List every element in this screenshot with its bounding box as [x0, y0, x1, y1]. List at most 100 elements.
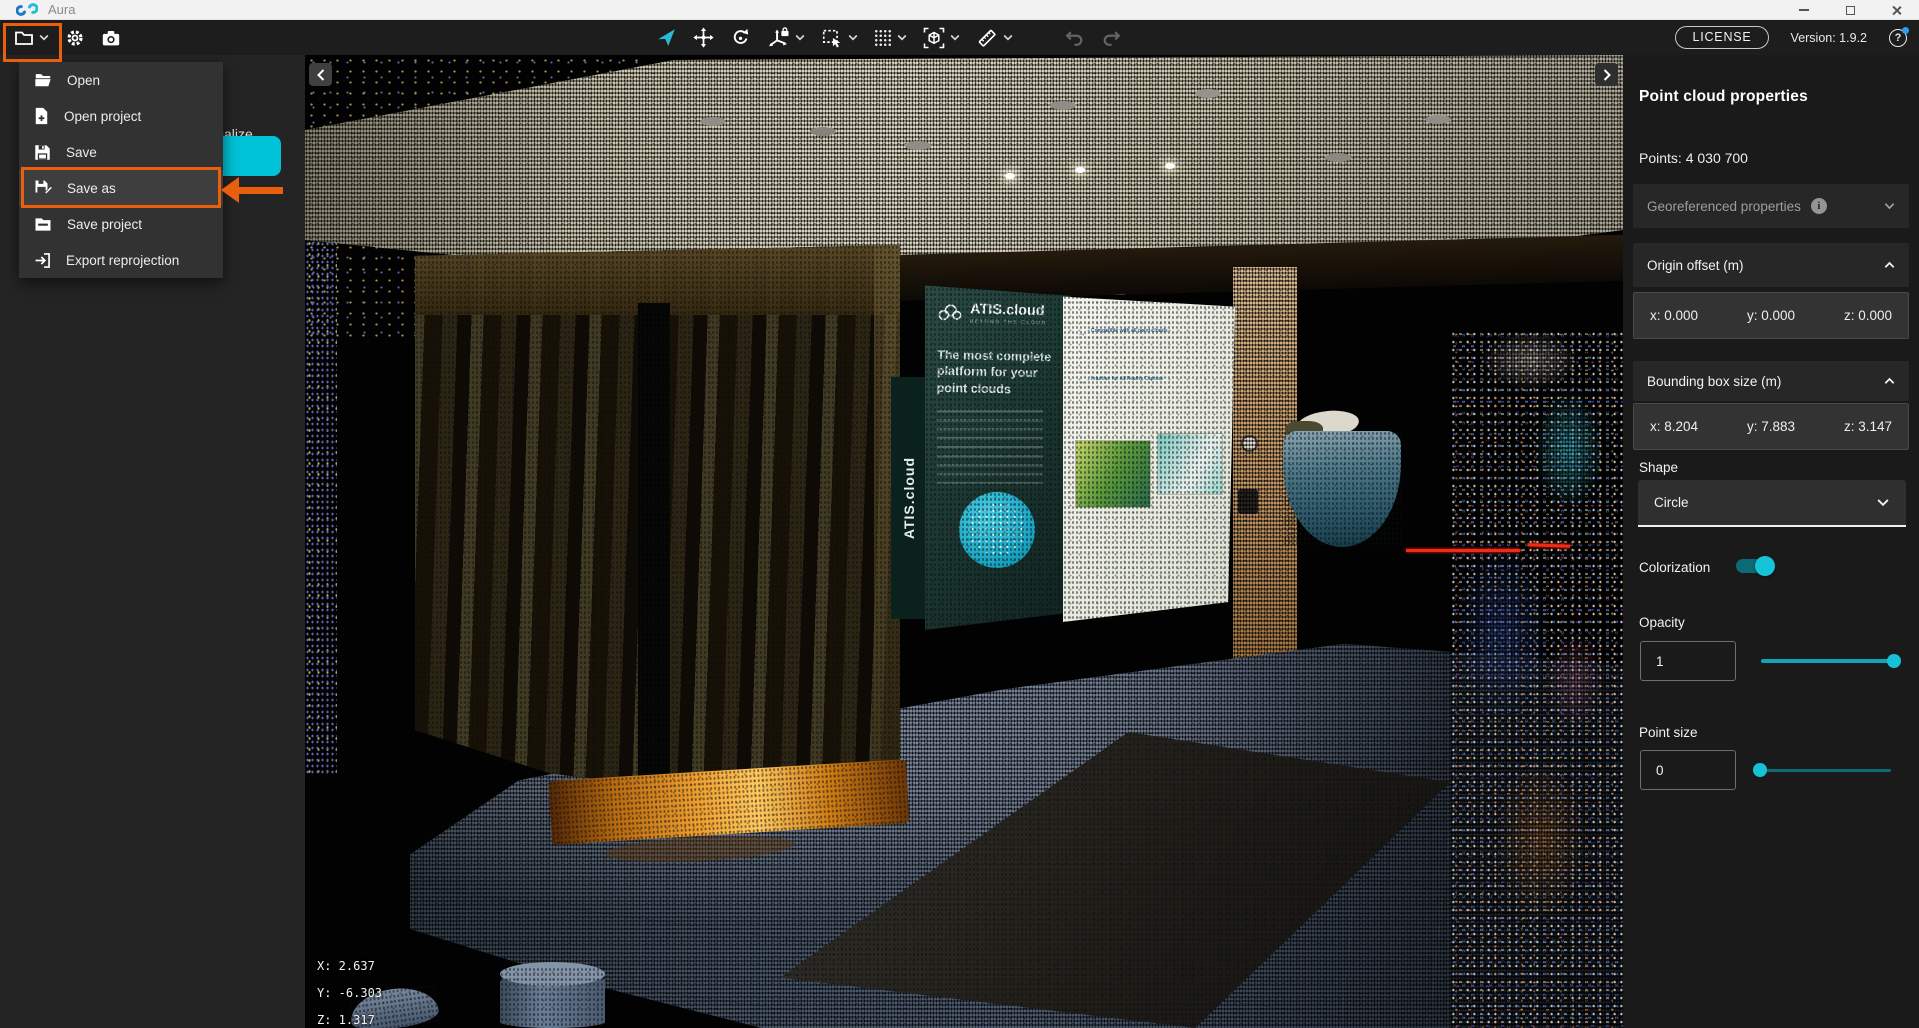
titlebar: Aura: [0, 0, 1919, 20]
aura-logo-icon: [16, 2, 38, 17]
camera-icon: [101, 29, 121, 47]
coord-z: Z: 1.317: [317, 1007, 382, 1028]
poster-brand-row: ATIS.cloud BEYOND THE CLOUD: [937, 301, 1047, 327]
bounding-box-label: Bounding box size (m): [1647, 374, 1781, 389]
minimize-button[interactable]: [1781, 0, 1827, 20]
georeferenced-label: Georeferenced properties: [1647, 199, 1801, 214]
screen-caption-lines: [1077, 518, 1217, 540]
chevron-down-icon: [950, 34, 960, 41]
menu-item-label: Save project: [67, 217, 142, 232]
menu-item-save-project[interactable]: Save project: [19, 206, 223, 242]
undo-button[interactable]: [1055, 20, 1093, 55]
save-floppy-icon: [34, 144, 51, 161]
measure-tool-button[interactable]: [968, 20, 1021, 55]
coord-x: X: 2.637: [317, 953, 382, 980]
clutter-blob: [1454, 545, 1549, 720]
origin-offset-values: x: 0.000 y: 0.000 z: 0.000: [1633, 292, 1909, 339]
bounding-box-section-header[interactable]: Bounding box size (m): [1633, 361, 1909, 401]
chevron-down-icon: [1876, 498, 1890, 507]
collapse-left-panel-button[interactable]: [309, 63, 332, 86]
pointcloud-table: [1283, 413, 1401, 547]
opacity-slider[interactable]: [1761, 659, 1897, 663]
projection-screen: → Compatible with all point clouds → Int…: [1063, 290, 1235, 622]
globe-dots: [969, 502, 1025, 558]
wall-fixture: [1238, 489, 1258, 514]
ceiling-lights: [700, 117, 726, 126]
bbox-z-value: z: 3.147: [1844, 419, 1892, 434]
screen-image-2: [1157, 433, 1223, 495]
rotate-tool-button[interactable]: [722, 20, 759, 55]
menu-item-open[interactable]: Open: [19, 62, 223, 98]
selection-tool-button[interactable]: [813, 20, 866, 55]
colorization-toggle[interactable]: [1736, 559, 1772, 573]
screen-bullet-1: → Compatible with all point clouds: [1077, 328, 1179, 349]
point-size-input[interactable]: 0: [1640, 750, 1736, 790]
chevron-down-icon: [39, 34, 49, 41]
window-title: Aura: [48, 2, 75, 17]
origin-offset-label: Origin offset (m): [1647, 258, 1744, 273]
license-button[interactable]: LICENSE: [1675, 26, 1768, 49]
georeferenced-section-header[interactable]: Georeferenced properties i: [1633, 184, 1909, 228]
export-icon: [34, 252, 51, 269]
undo-icon: [1063, 28, 1085, 48]
poster-body-text: [937, 410, 1043, 484]
screenshot-button[interactable]: [93, 20, 129, 55]
points-count: Points: 4 030 700: [1639, 150, 1748, 166]
window-controls: [1781, 0, 1919, 20]
table-drape: [1283, 431, 1401, 547]
origin-y-value: y: 0.000: [1747, 308, 1795, 323]
atis-poster: ATIS.cloud BEYOND THE CLOUD The most com…: [925, 282, 1071, 630]
navigate-tool-button[interactable]: [648, 20, 685, 55]
chevron-down-icon: [795, 34, 805, 41]
opacity-input[interactable]: 1: [1640, 641, 1736, 681]
collapse-right-panel-button[interactable]: [1595, 63, 1618, 86]
chevron-down-icon: [1003, 34, 1013, 41]
version-label: Version: 1.9.2: [1791, 31, 1867, 45]
redo-button[interactable]: [1093, 20, 1131, 55]
menu-item-open-project[interactable]: Open project: [19, 98, 223, 134]
chevron-left-icon: [317, 69, 325, 81]
folder-save-icon: [34, 217, 52, 232]
maximize-button[interactable]: [1827, 0, 1873, 20]
point-size-slider[interactable]: [1755, 769, 1891, 772]
help-button[interactable]: ?: [1889, 29, 1907, 47]
screen-bullet-2: → Intuitive for all Reality Capture: [1077, 376, 1179, 401]
pan-tool-button[interactable]: [685, 20, 722, 55]
pointcloud-viewport[interactable]: ATIS.cloud ATIS.cloud BEYOND THE CLOUD T…: [305, 55, 1623, 1028]
notification-dot: [1902, 27, 1909, 34]
chevron-up-icon: [1884, 261, 1895, 269]
screen-bullet-2-text: Intuitive for all Reality Capture: [1091, 376, 1179, 382]
toggle-knob: [1755, 556, 1775, 576]
clutter-blob: [1545, 630, 1605, 730]
opacity-slider-thumb[interactable]: [1887, 654, 1901, 668]
panel-title: Point cloud properties: [1639, 88, 1808, 106]
close-button[interactable]: [1873, 0, 1919, 20]
file-plus-icon: [34, 107, 49, 125]
shape-dropdown[interactable]: Circle: [1638, 480, 1906, 527]
atis-cloud-logo-icon: [937, 303, 963, 323]
menu-item-save[interactable]: Save: [19, 134, 223, 170]
bounding-box-tool-button[interactable]: [915, 20, 968, 55]
bounding-box-values: x: 8.204 y: 7.883 z: 3.147: [1633, 403, 1909, 450]
origin-x-value: x: 0.000: [1650, 308, 1698, 323]
transform-axes-tool-button[interactable]: [759, 20, 813, 55]
point-size-slider-thumb[interactable]: [1753, 763, 1767, 777]
close-icon: [1891, 5, 1902, 16]
settings-button[interactable]: [57, 20, 93, 55]
opacity-label: Opacity: [1639, 615, 1685, 630]
clutter-blob: [1534, 390, 1604, 510]
file-menu-button[interactable]: [6, 20, 57, 55]
origin-offset-section-header[interactable]: Origin offset (m): [1633, 243, 1909, 287]
coord-y: Y: -6.303: [317, 980, 382, 1007]
menu-item-save-as[interactable]: Save as: [19, 170, 223, 206]
minimize-icon: [1799, 9, 1809, 11]
point-density-tool-button[interactable]: [866, 20, 915, 55]
chevron-right-icon: [1603, 69, 1611, 81]
screen-bullet-1-lines: [1091, 337, 1171, 349]
clutter-blob: [1480, 330, 1580, 390]
vertical-banner: ATIS.cloud: [891, 377, 927, 619]
aura-app-window: Aura: [0, 0, 1919, 1028]
curtain-gap: [638, 303, 670, 783]
shape-selected-value: Circle: [1654, 495, 1689, 510]
menu-item-export-reprojection[interactable]: Export reprojection: [19, 242, 223, 278]
